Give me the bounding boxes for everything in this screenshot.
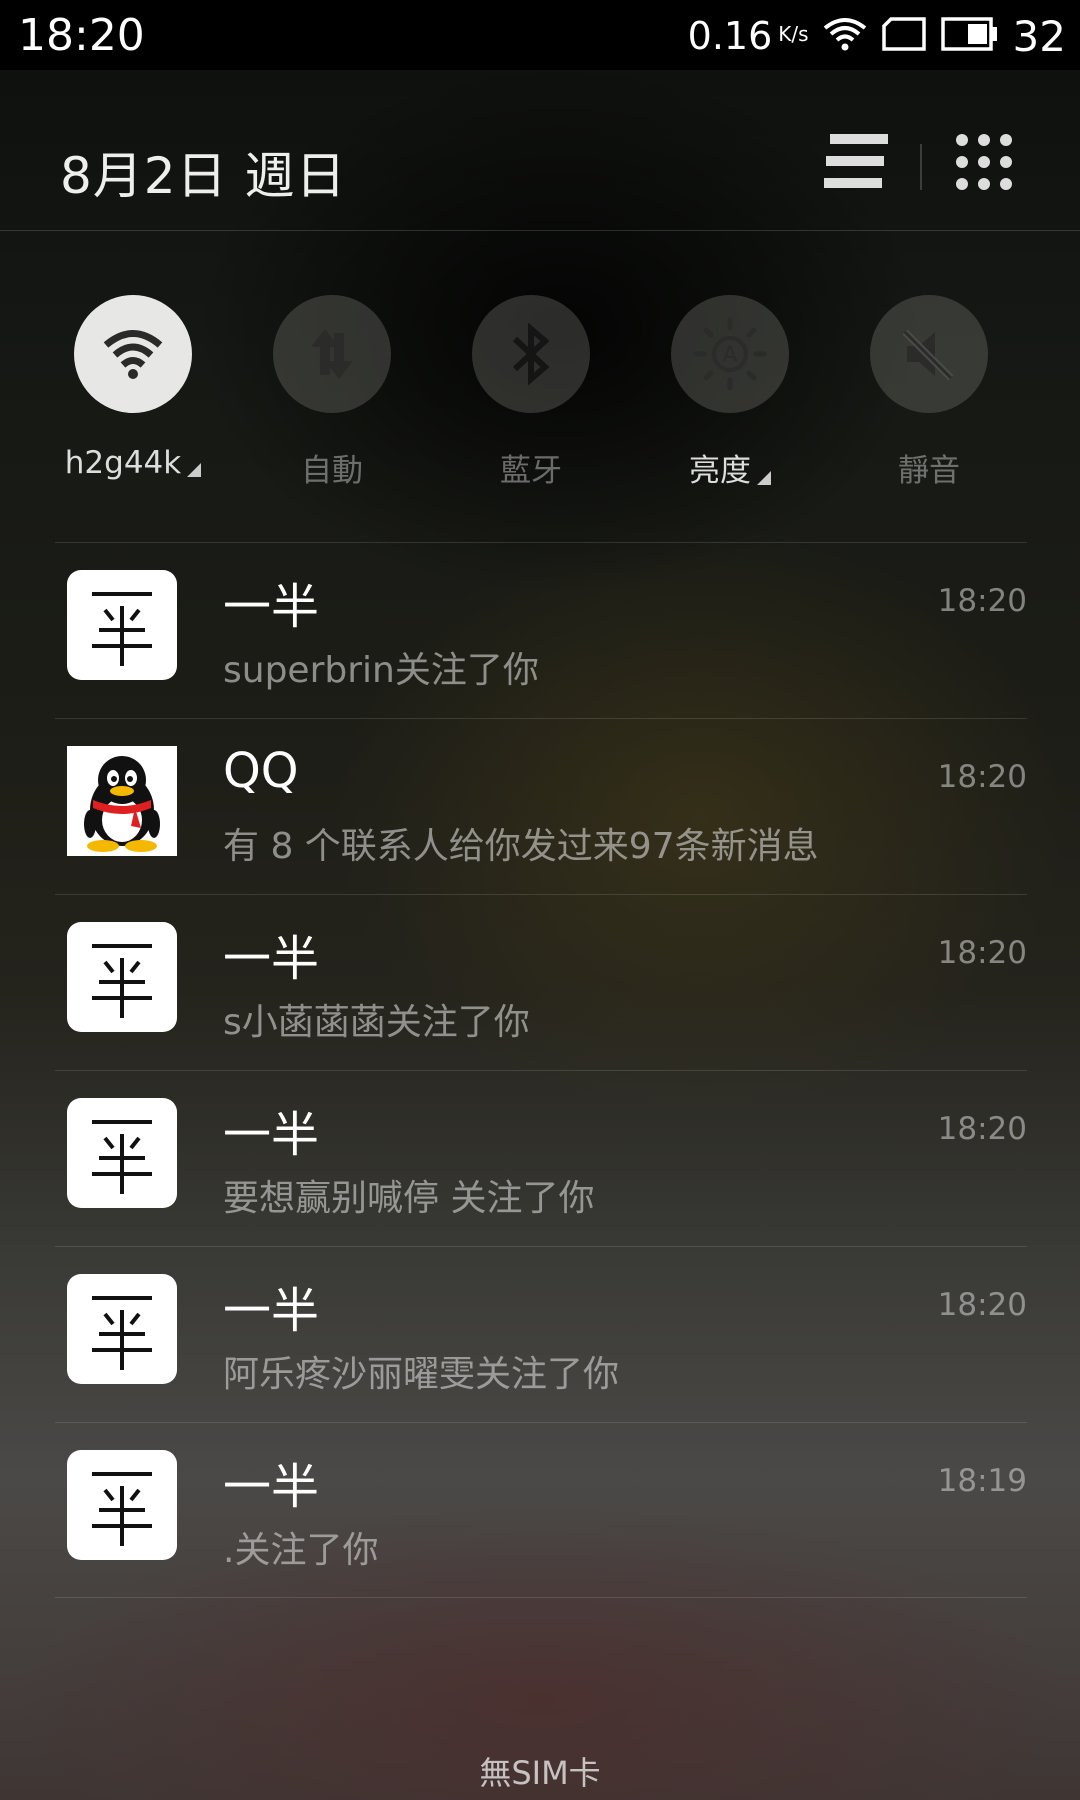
- yiban-app-icon: [67, 922, 177, 1032]
- wifi-icon: [74, 295, 192, 413]
- list-icon: [824, 134, 888, 188]
- network-speed: 0.16 K/s: [688, 14, 809, 58]
- notification-text: superbrin关注了你: [223, 650, 539, 691]
- wifi-signal-icon: [823, 16, 867, 56]
- yiban-app-icon: [67, 1450, 177, 1560]
- status-bar: 18:20 0.16 K/s 32: [0, 0, 1080, 70]
- notification-text: 阿乐疼沙丽曜雯关注了你: [223, 1354, 620, 1395]
- status-time: 18:20: [18, 10, 145, 61]
- svg-text:A: A: [722, 343, 737, 368]
- shade-header: 8月2日 週日: [0, 70, 1080, 231]
- toggle-brightness[interactable]: A 亮度: [630, 295, 830, 495]
- notification-item[interactable]: 一半 要想赢别喊停 关注了你 18:20: [55, 1070, 1027, 1247]
- toggle-mobile-data[interactable]: 自動: [232, 295, 432, 495]
- notification-text: 有 8 个联系人给你发过来97条新消息: [223, 826, 819, 867]
- notification-list-button[interactable]: [824, 130, 888, 194]
- settings-grid-button[interactable]: [952, 130, 1016, 194]
- toggle-wifi-label: h2g44k: [33, 445, 233, 481]
- notification-item[interactable]: 一半 superbrin关注了你 18:20: [55, 542, 1027, 719]
- mute-icon: [870, 295, 988, 413]
- notification-app-name: 一半: [223, 1459, 320, 1515]
- toggle-bluetooth-label: 藍牙: [500, 453, 562, 489]
- network-speed-unit: K/s: [778, 22, 809, 46]
- toggle-mute-label: 靜音: [898, 453, 960, 489]
- quick-settings: h2g44k 自動 藍牙 A 亮度 靜音: [0, 295, 1080, 505]
- sim-card-icon: [881, 16, 927, 56]
- battery-icon: [940, 16, 999, 56]
- notification-app-name: 一半: [223, 1107, 320, 1163]
- status-icons: 0.16 K/s 32: [688, 8, 1066, 64]
- toggle-brightness-label: 亮度: [630, 445, 830, 490]
- notification-time: 18:20: [937, 759, 1027, 795]
- grid-icon: [956, 134, 1012, 190]
- notification-app-name: 一半: [223, 931, 320, 987]
- yiban-app-icon: [67, 1274, 177, 1384]
- toggle-bluetooth[interactable]: 藍牙: [431, 295, 631, 495]
- notification-time: 18:20: [937, 583, 1027, 619]
- toggle-mobile-data-label: 自動: [301, 453, 363, 489]
- toggle-mute[interactable]: 靜音: [829, 295, 1029, 495]
- battery-level: 32: [1012, 11, 1066, 61]
- notification-item[interactable]: 一半 阿乐疼沙丽曜雯关注了你 18:20: [55, 1246, 1027, 1423]
- notification-text: .关注了你: [223, 1530, 379, 1571]
- notification-time: 18:20: [937, 1287, 1027, 1323]
- notification-app-name: 一半: [223, 1283, 320, 1339]
- carrier-label: 無SIM卡: [479, 1754, 601, 1792]
- notification-text: 要想赢别喊停 关注了你: [223, 1178, 595, 1219]
- data-arrows-icon: [273, 295, 391, 413]
- notification-time: 18:19: [937, 1463, 1027, 1499]
- qq-penguin-icon: [67, 746, 177, 856]
- header-divider: [920, 144, 922, 190]
- notification-app-name: QQ: [223, 743, 299, 799]
- notification-item[interactable]: 一半 s小菡菡菡关注了你 18:20: [55, 894, 1027, 1071]
- notification-app-name: 一半: [223, 579, 320, 635]
- network-speed-value: 0.16: [687, 14, 773, 58]
- notification-time: 18:20: [937, 1111, 1027, 1147]
- list-divider: [55, 1597, 1027, 1598]
- bluetooth-icon: [472, 295, 590, 413]
- toggle-wifi[interactable]: h2g44k: [33, 295, 233, 495]
- notification-text: s小菡菡菡关注了你: [223, 1002, 530, 1043]
- notification-item[interactable]: 一半 .关注了你 18:19: [55, 1422, 1027, 1599]
- yiban-app-icon: [67, 1098, 177, 1208]
- date-label: 8月2日 週日: [60, 147, 347, 205]
- notification-time: 18:20: [937, 935, 1027, 971]
- notification-item[interactable]: QQ 有 8 个联系人给你发过来97条新消息 18:20: [55, 718, 1027, 895]
- yiban-app-icon: [67, 570, 177, 680]
- brightness-icon: A: [671, 295, 789, 413]
